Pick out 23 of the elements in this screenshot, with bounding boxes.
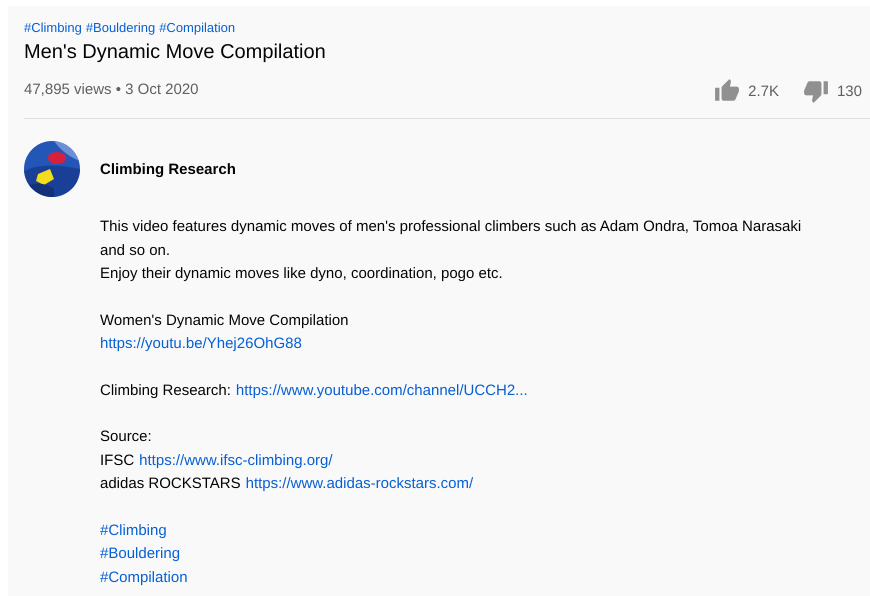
hashtag-link[interactable]: #Compilation — [159, 20, 236, 35]
description-link[interactable]: https://www.youtube.com/channel/UCCH2... — [236, 378, 528, 402]
description-text: This video features dynamic moves of men's professional climbers such as Adam Ondra, Tomoa Narasaki and so on. — [100, 217, 802, 260]
description-link[interactable]: #Bouldering — [100, 542, 180, 566]
description-link[interactable]: #Climbing — [100, 518, 167, 542]
description-text: Enjoy their dynamic moves like dyno, coordination, pogo etc. — [100, 264, 503, 284]
description-text: Women's Dynamic Move Compilation — [100, 310, 349, 330]
dislike-button[interactable]: 130 — [788, 78, 862, 104]
view-count-date: 47,895 views • 3 Oct 2020 — [24, 81, 199, 98]
channel-name[interactable]: Climbing Research — [100, 160, 236, 178]
description-text: Source: — [100, 427, 152, 447]
video-title: Men's Dynamic Move Compilation — [24, 41, 327, 64]
description-text: adidas ROCKSTARS — [100, 474, 241, 494]
description-link[interactable]: https://www.ifsc-climbing.org/ — [139, 448, 333, 472]
thumbs-up-icon — [714, 78, 740, 104]
description-text: Climbing Research: — [100, 380, 231, 400]
description-link[interactable]: https://www.adidas-rockstars.com/ — [246, 472, 474, 496]
description-link[interactable]: https://youtu.be/Yhej26OhG88 — [100, 332, 302, 356]
like-button[interactable]: 2.7K — [700, 78, 779, 104]
description-text: IFSC — [100, 450, 134, 470]
hashtag-link[interactable]: #Climbing — [24, 20, 82, 35]
hashtag-link[interactable]: #Bouldering — [86, 20, 156, 35]
description-link[interactable]: #Compilation — [100, 566, 188, 589]
